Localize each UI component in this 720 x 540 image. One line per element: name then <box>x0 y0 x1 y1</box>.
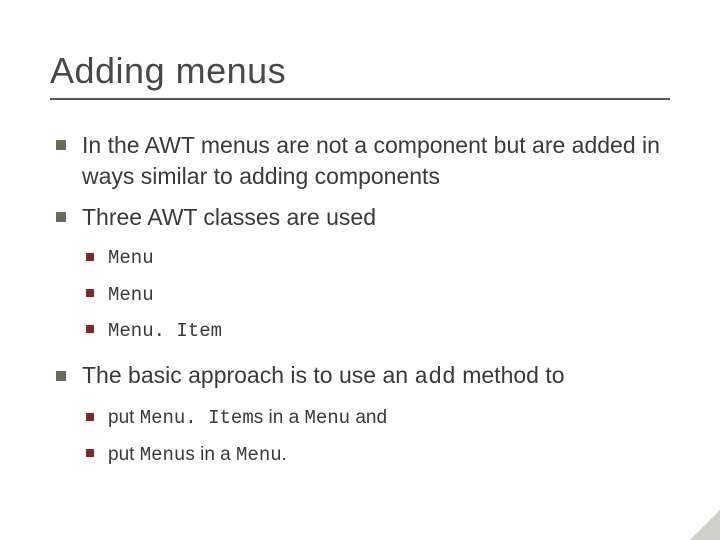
bullet-text: s in a <box>185 444 236 465</box>
title-rule <box>50 98 670 100</box>
sub-bullet-list: Menu Menu Menu. Item <box>82 243 670 346</box>
bullet-text: Three AWT classes are used <box>82 204 376 230</box>
sub-bullet-item: Menu <box>82 243 670 273</box>
code-text: Menu <box>108 284 154 306</box>
slide-title: Adding menus <box>50 50 670 92</box>
bullet-text: method to <box>456 362 565 388</box>
bullet-text: In the AWT menus are not a component but… <box>82 132 660 189</box>
code-text: add <box>414 364 455 390</box>
bullet-text: . <box>282 444 287 465</box>
corner-decoration <box>690 510 720 540</box>
bullet-item: Three AWT classes are used Menu Menu Men… <box>50 202 670 346</box>
bullet-text: put <box>108 407 140 428</box>
code-text: Menu <box>236 444 282 466</box>
code-text: Menu <box>304 407 350 429</box>
code-text: Menu <box>108 247 154 269</box>
bullet-text: and <box>350 407 387 428</box>
code-text: Menu. Item <box>140 407 254 429</box>
sub-bullet-item: put Menus in a Menu. <box>82 440 670 470</box>
sub-bullet-item: Menu <box>82 280 670 310</box>
sub-bullet-list: put Menu. Items in a Menu and put Menus … <box>82 403 670 470</box>
bullet-text: The basic approach is to use an <box>82 362 414 388</box>
bullet-item: The basic approach is to use an add meth… <box>50 360 670 470</box>
code-text: Menu <box>140 444 186 466</box>
slide: Adding menus In the AWT menus are not a … <box>0 0 720 540</box>
code-text: Menu. Item <box>108 320 222 342</box>
bullet-text: s in a <box>254 407 305 428</box>
bullet-item: In the AWT menus are not a component but… <box>50 130 670 192</box>
bullet-list: In the AWT menus are not a component but… <box>50 130 670 470</box>
bullet-text: put <box>108 444 140 465</box>
sub-bullet-item: Menu. Item <box>82 316 670 346</box>
sub-bullet-item: put Menu. Items in a Menu and <box>82 403 670 433</box>
